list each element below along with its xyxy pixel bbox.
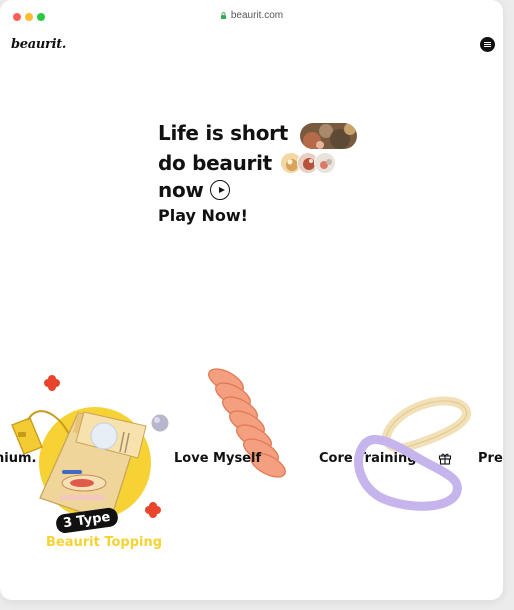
gift-icon[interactable] bbox=[438, 451, 452, 465]
lavender-ring-layer bbox=[354, 435, 462, 511]
lavender-ring-illustration bbox=[354, 435, 462, 511]
browser-window: beaurit.com beaurit. Life is short do be… bbox=[0, 0, 503, 600]
product-label[interactable]: Beaurit Topping bbox=[46, 535, 162, 550]
